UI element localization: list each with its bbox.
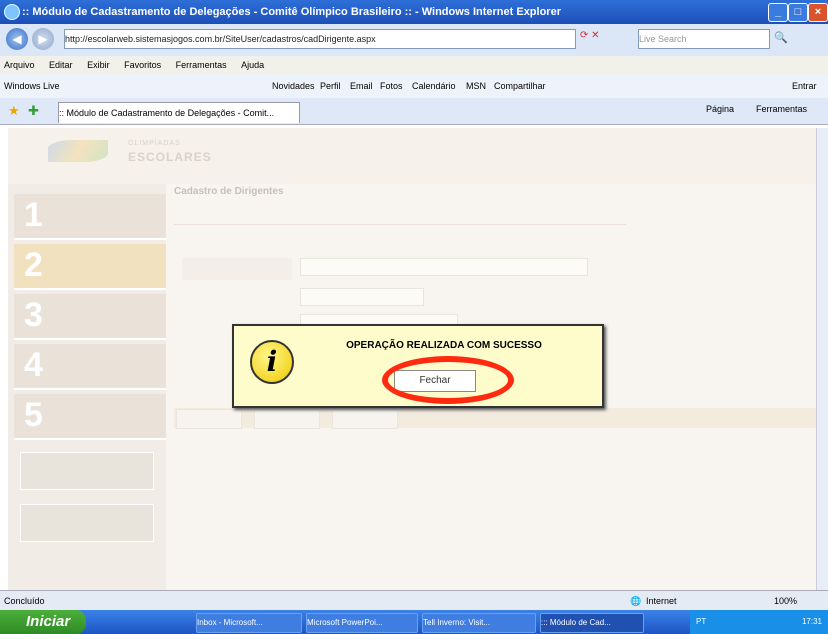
taskbar: Iniciar Inbox - Microsoft... Microsoft P… [0,610,828,634]
info-icon: i [250,340,294,384]
language-indicator[interactable]: PT [696,617,706,626]
link-email[interactable]: Email [350,74,373,98]
menu-item-arquivo[interactable]: Arquivo [4,60,35,70]
link-novidades[interactable]: Novidades [272,74,315,98]
back-button[interactable]: ◀ [6,28,28,50]
clock: 17:31 [801,617,822,626]
maximize-button[interactable]: □ [788,3,808,22]
page-menu[interactable]: Página [706,104,734,114]
window-title: :: Módulo de Cadastramento de Delegações… [22,6,561,18]
add-favorite-icon[interactable]: ✚ [28,103,39,119]
tab-row: ★ ✚ :: Módulo de Cadastramento de Delega… [0,98,828,125]
status-text: Concluído [4,596,45,606]
link-msn[interactable]: MSN [466,74,486,98]
window-titlebar: :: Módulo de Cadastramento de Delegações… [0,0,828,24]
zone-text: Internet [646,596,677,606]
start-label: Iniciar [26,613,71,630]
close-button[interactable]: × [808,3,828,22]
taskbar-item-active[interactable]: ::: Módulo de Cad... [540,613,644,633]
menu-item-ajuda[interactable]: Ajuda [241,60,264,70]
taskbar-item[interactable]: Tell Inverno: Visit... [422,613,536,633]
zoom-level[interactable]: 100% [774,591,797,611]
vertical-scrollbar[interactable] [816,128,828,590]
status-bar: Concluído 🌐 Internet 100% [0,590,828,611]
highlight-ellipse [382,356,514,404]
address-input[interactable]: http://escolarweb.sistemasjogos.com.br/S… [64,29,576,49]
system-tray: PT 17:31 [690,610,828,634]
browser-tab[interactable]: :: Módulo de Cadastramento de Delegações… [58,102,300,123]
search-input[interactable]: Live Search [638,29,770,49]
menu-item-exibir[interactable]: Exibir [87,60,110,70]
menu-item-editar[interactable]: Editar [49,60,73,70]
link-entrar[interactable]: Entrar [792,74,817,98]
link-fotos[interactable]: Fotos [380,74,403,98]
ie-icon [4,4,20,20]
menu-item-ferramentas[interactable]: Ferramentas [176,60,227,70]
refresh-stop-icons[interactable]: ⟳ ✕ [580,30,630,48]
taskbar-item[interactable]: Microsoft PowerPoi... [306,613,418,633]
start-button[interactable]: Iniciar [0,610,86,634]
address-bar-row: ◀ ▶ http://escolarweb.sistemasjogos.com.… [0,24,828,56]
search-icon[interactable]: 🔍 [774,31,788,44]
dialog-message: OPERAÇÃO REALIZADA COM SUCESSO [346,340,542,351]
favorites-star-icon[interactable]: ★ [8,103,20,119]
menu-bar: Arquivo Editar Exibir Favoritos Ferramen… [0,56,828,74]
link-perfil[interactable]: Perfil [320,74,341,98]
link-calendario[interactable]: Calendário [412,74,456,98]
tools-menu[interactable]: Ferramentas [756,104,807,114]
link-compartilhar[interactable]: Compartilhar [494,74,546,98]
minimize-button[interactable]: _ [768,3,788,22]
menu-item-favoritos[interactable]: Favoritos [124,60,161,70]
taskbar-item[interactable]: Inbox - Microsoft... [196,613,302,633]
globe-icon: 🌐 [630,596,642,606]
forward-button[interactable]: ▶ [32,28,54,50]
windows-live-link[interactable]: Windows Live [4,74,60,98]
links-toolbar: Windows Live Novidades Perfil Email Foto… [0,74,828,99]
